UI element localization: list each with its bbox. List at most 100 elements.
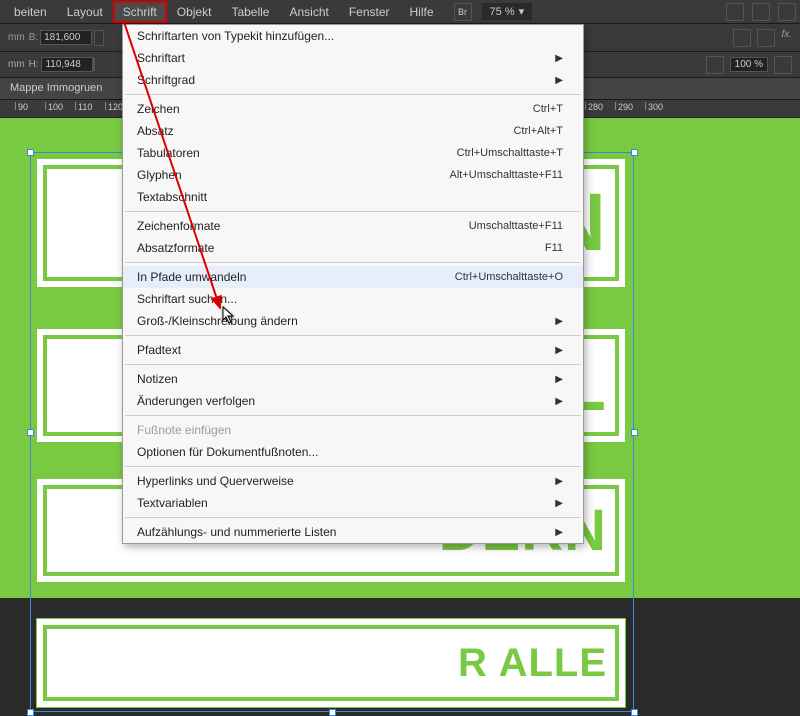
submenu-arrow-icon: ▶ — [555, 476, 563, 487]
menu-item-objekt[interactable]: Objekt — [167, 1, 222, 23]
menu-shortcut: Alt+Umschalttaste+F11 — [449, 169, 563, 181]
menu-shortcut: Ctrl+Alt+T — [513, 125, 563, 137]
menu-item-label: Absatz — [137, 124, 513, 138]
zoom-level[interactable]: 75 % ▾ — [482, 3, 533, 20]
ruler-tick: 110 — [75, 102, 92, 110]
menu-item-bearbeiten[interactable]: beiten — [4, 1, 57, 23]
menu-item-schriftgrad[interactable]: Schriftgrad▶ — [123, 69, 583, 91]
menu-item-in-pfade-umwandeln[interactable]: In Pfade umwandelnCtrl+Umschalttaste+O — [123, 266, 583, 288]
menu-item-zeichen[interactable]: ZeichenCtrl+T — [123, 98, 583, 120]
ruler-tick: 120 — [105, 102, 123, 110]
menu-item-label: Schriftarten von Typekit hinzufügen... — [137, 29, 563, 43]
opacity-value[interactable]: 100 % — [730, 57, 768, 72]
text-frame[interactable]: R ALLE — [36, 618, 626, 708]
unit-label-2: mm — [8, 59, 25, 70]
selection-handle[interactable] — [631, 709, 638, 716]
selection-handle[interactable] — [27, 709, 34, 716]
submenu-arrow-icon: ▶ — [555, 53, 563, 64]
menu-item-schriftart[interactable]: Schriftart▶ — [123, 47, 583, 69]
menu-item-hilfe[interactable]: Hilfe — [400, 1, 444, 23]
menu-item-label: Pfadtext — [137, 343, 555, 357]
menu-item-ansicht[interactable]: Ansicht — [279, 1, 338, 23]
frame-text: R ALLE — [458, 641, 607, 686]
menu-shortcut: F11 — [545, 242, 563, 254]
menu-separator — [125, 466, 581, 467]
view-mode-icon[interactable] — [726, 3, 744, 21]
submenu-arrow-icon: ▶ — [555, 316, 563, 327]
menu-separator — [125, 517, 581, 518]
width-input[interactable] — [40, 30, 92, 45]
menu-item-tabelle[interactable]: Tabelle — [221, 1, 279, 23]
menu-item-pfadtext[interactable]: Pfadtext▶ — [123, 339, 583, 361]
selection-handle[interactable] — [27, 149, 34, 156]
arrange-icon[interactable] — [778, 3, 796, 21]
selection-handle[interactable] — [329, 709, 336, 716]
menu-item-optionen-f-r-dokumentfu-noten[interactable]: Optionen für Dokumentfußnoten... — [123, 441, 583, 463]
menu-item-notizen[interactable]: Notizen▶ — [123, 368, 583, 390]
ruler-tick: 300 — [645, 102, 663, 110]
menu-separator — [125, 335, 581, 336]
submenu-arrow-icon: ▶ — [555, 498, 563, 509]
menu-item-textabschnitt[interactable]: Textabschnitt — [123, 186, 583, 208]
submenu-arrow-icon: ▶ — [555, 527, 563, 538]
menu-separator — [125, 364, 581, 365]
menu-item-zeichenformate[interactable]: ZeichenformateUmschalttaste+F11 — [123, 215, 583, 237]
opacity-icon[interactable] — [706, 56, 724, 74]
fill-swatch-icon[interactable] — [733, 29, 751, 47]
menu-item-tabulatoren[interactable]: TabulatorenCtrl+Umschalttaste+T — [123, 142, 583, 164]
height-label: H: — [29, 59, 39, 70]
submenu-arrow-icon: ▶ — [555, 396, 563, 407]
menu-item-fenster[interactable]: Fenster — [339, 1, 400, 23]
menu-item-label: Änderungen verfolgen — [137, 394, 555, 408]
ruler-tick: 280 — [585, 102, 603, 110]
menu-item-gro-kleinschreibung-ndern[interactable]: Groß-/Kleinschreibung ändern▶ — [123, 310, 583, 332]
schrift-dropdown: Schriftarten von Typekit hinzufügen... Sc… — [122, 24, 584, 544]
menu-shortcut: Ctrl+Umschalttaste+T — [457, 147, 563, 159]
menu-item-schriftart-suchen[interactable]: Schriftart suchen... — [123, 288, 583, 310]
bridge-icon[interactable]: Br — [454, 3, 472, 21]
stepper-icon[interactable] — [93, 58, 95, 71]
menu-item-hyperlinks-und-querverweise[interactable]: Hyperlinks und Querverweise▶ — [123, 470, 583, 492]
menu-item-label: Fußnote einfügen — [137, 423, 563, 437]
fx-label[interactable]: fx. — [781, 29, 792, 47]
menu-item-label: Textabschnitt — [137, 190, 563, 204]
menu-item-label: Aufzählungs- und nummerierte Listen — [137, 525, 555, 539]
selection-handle[interactable] — [27, 429, 34, 436]
menu-separator — [125, 211, 581, 212]
selection-handle[interactable] — [631, 149, 638, 156]
menu-item-label: Glyphen — [137, 168, 449, 182]
unit-label: mm — [8, 32, 25, 43]
menu-item-absatzformate[interactable]: AbsatzformateF11 — [123, 237, 583, 259]
submenu-arrow-icon: ▶ — [555, 374, 563, 385]
stroke-swatch-icon[interactable] — [757, 29, 775, 47]
stepper-icon[interactable] — [94, 30, 104, 46]
menu-shortcut: Umschalttaste+F11 — [469, 220, 563, 232]
menu-item-glyphen[interactable]: GlyphenAlt+Umschalttaste+F11 — [123, 164, 583, 186]
menu-separator — [125, 415, 581, 416]
menu-item-aufz-hlungs-und-nummerierte-listen[interactable]: Aufzählungs- und nummerierte Listen▶ — [123, 521, 583, 543]
menu-item-label: Absatzformate — [137, 241, 545, 255]
menu-item-label: Hyperlinks und Querverweise — [137, 474, 555, 488]
menu-item-schrift[interactable]: Schrift — [113, 1, 167, 23]
menu-item-label: Schriftart — [137, 51, 555, 65]
chevron-down-icon: ▾ — [519, 5, 525, 18]
menu-item-label: Tabulatoren — [137, 146, 457, 160]
menu-item-textvariablen[interactable]: Textvariablen▶ — [123, 492, 583, 514]
menu-item-label: Schriftart suchen... — [137, 292, 563, 306]
menu-separator — [125, 94, 581, 95]
menu-item-label: Zeichenformate — [137, 219, 469, 233]
menu-item-label: Zeichen — [137, 102, 533, 116]
selection-handle[interactable] — [631, 429, 638, 436]
height-input[interactable] — [41, 57, 93, 72]
effects-icon[interactable] — [774, 56, 792, 74]
submenu-arrow-icon: ▶ — [555, 75, 563, 86]
menu-item-label: Schriftgrad — [137, 73, 555, 87]
menu-item-label: Textvariablen — [137, 496, 555, 510]
menu-item-absatz[interactable]: AbsatzCtrl+Alt+T — [123, 120, 583, 142]
menu-item-nderungen-verfolgen[interactable]: Änderungen verfolgen▶ — [123, 390, 583, 412]
menu-item-schriftarten-von-typekit-hinzuf-gen[interactable]: Schriftarten von Typekit hinzufügen... — [123, 25, 583, 47]
menu-item-layout[interactable]: Layout — [57, 1, 113, 23]
screen-mode-icon[interactable] — [752, 3, 770, 21]
ruler-tick: 290 — [615, 102, 633, 110]
menu-item-label: In Pfade umwandeln — [137, 270, 455, 284]
